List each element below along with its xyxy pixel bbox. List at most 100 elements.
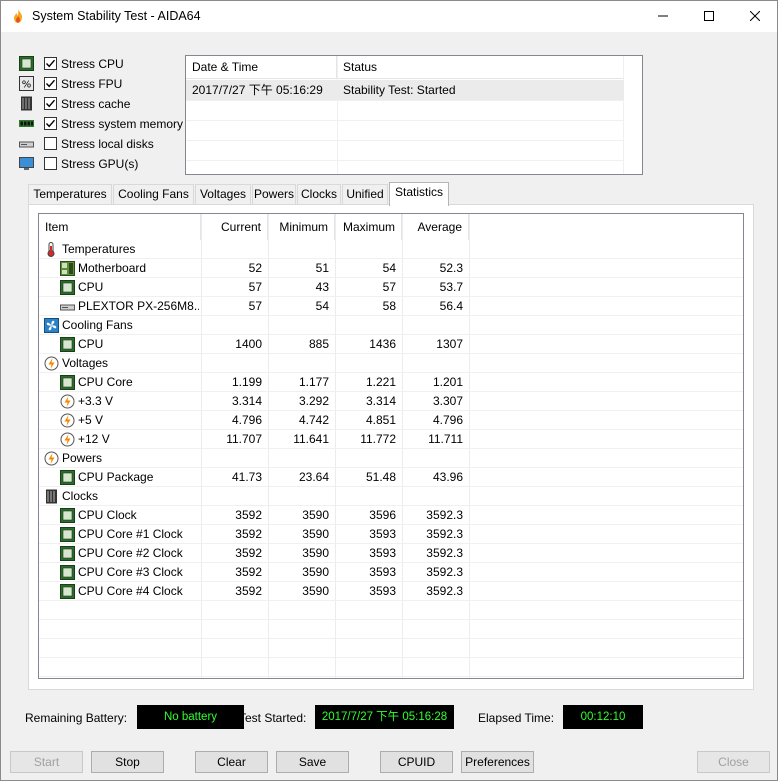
maximize-button[interactable] bbox=[686, 1, 732, 31]
elapsed-time-display: 00:12:10 bbox=[563, 705, 643, 729]
stress-checkbox[interactable] bbox=[44, 137, 57, 150]
stress-checkbox[interactable] bbox=[44, 77, 57, 90]
stress-option-row[interactable]: Stress cache bbox=[19, 94, 189, 114]
cell-maximum: 1.221 bbox=[365, 375, 396, 389]
close-window-button[interactable] bbox=[732, 1, 778, 31]
stress-checkbox[interactable] bbox=[44, 97, 57, 110]
tab-clocks[interactable]: Clocks bbox=[297, 184, 341, 205]
tab-cooling-fans[interactable]: Cooling Fans bbox=[113, 184, 194, 205]
table-row[interactable]: CPU Core #1 Clock 3592 3590 3593 3592.3 bbox=[39, 525, 743, 544]
log-col-status[interactable]: Status bbox=[337, 56, 624, 79]
row-label: CPU Core #4 Clock bbox=[78, 584, 183, 598]
tab-unified[interactable]: Unified bbox=[342, 184, 388, 205]
stress-option-row[interactable]: Stress CPU bbox=[19, 54, 189, 74]
table-row[interactable]: CPU Clock 3592 3590 3596 3592.3 bbox=[39, 506, 743, 525]
log-col-datetime[interactable]: Date & Time bbox=[186, 56, 337, 79]
thermometer-icon bbox=[44, 242, 59, 257]
checkmark-icon bbox=[45, 79, 56, 88]
stress-option-row[interactable]: Stress local disks bbox=[19, 134, 189, 154]
col-current[interactable]: Current bbox=[201, 214, 268, 240]
log-row-empty bbox=[186, 120, 624, 141]
cell-minimum: 11.641 bbox=[293, 432, 329, 446]
col-item[interactable]: Item bbox=[39, 214, 201, 240]
cpu-chip-icon bbox=[60, 546, 75, 561]
cpu-chip-icon bbox=[60, 375, 75, 390]
checkmark-icon bbox=[45, 59, 56, 68]
lightning-icon bbox=[60, 432, 75, 447]
maximize-icon bbox=[704, 11, 714, 21]
table-row[interactable]: +5 V 4.796 4.742 4.851 4.796 bbox=[39, 411, 743, 430]
cell-maximum: 11.772 bbox=[360, 432, 396, 446]
elapsed-time-label: Elapsed Time: bbox=[478, 711, 555, 725]
table-row-empty bbox=[39, 620, 743, 639]
row-label: +12 V bbox=[78, 432, 110, 446]
table-row[interactable]: CPU Core #3 Clock 3592 3590 3593 3592.3 bbox=[39, 563, 743, 582]
row-label: Voltages bbox=[62, 356, 109, 370]
minimize-button[interactable] bbox=[640, 1, 686, 31]
start-button[interactable]: Start bbox=[10, 751, 83, 773]
minimize-icon bbox=[658, 15, 668, 17]
stress-checkbox[interactable] bbox=[44, 57, 57, 70]
group-row[interactable]: Temperatures bbox=[39, 240, 743, 259]
table-row[interactable]: CPU Core 1.199 1.177 1.221 1.201 bbox=[39, 373, 743, 392]
tab-statistics[interactable]: Statistics bbox=[389, 182, 449, 206]
table-row[interactable]: PLEXTOR PX-256M8... 57 54 58 56.4 bbox=[39, 297, 743, 316]
battery-label: Remaining Battery: bbox=[25, 711, 128, 725]
save-button[interactable]: Save bbox=[276, 751, 349, 773]
clear-button[interactable]: Clear bbox=[195, 751, 268, 773]
group-row[interactable]: Powers bbox=[39, 449, 743, 468]
cell-minimum: 43 bbox=[315, 280, 329, 294]
table-row[interactable]: +3.3 V 3.314 3.292 3.314 3.307 bbox=[39, 392, 743, 411]
cell-average: 53.7 bbox=[439, 280, 463, 294]
stress-option-row[interactable]: % Stress FPU bbox=[19, 74, 189, 94]
cell-minimum: 3590 bbox=[302, 584, 329, 598]
stress-option-label: Stress local disks bbox=[61, 137, 154, 151]
aida64-window: System Stability Test - AIDA64 Stress CP… bbox=[0, 0, 778, 781]
monitor-icon bbox=[19, 156, 35, 172]
cpu-chip-icon bbox=[60, 280, 75, 295]
cell-average: 3592.3 bbox=[426, 565, 463, 579]
tab-temperatures[interactable]: Temperatures bbox=[28, 184, 112, 205]
group-row[interactable]: Cooling Fans bbox=[39, 316, 743, 335]
stress-checkbox[interactable] bbox=[44, 157, 57, 170]
table-row[interactable]: +12 V 11.707 11.641 11.772 11.711 bbox=[39, 430, 743, 449]
cell-current: 3592 bbox=[235, 527, 262, 541]
cell-maximum: 3593 bbox=[369, 527, 396, 541]
cell-maximum: 58 bbox=[382, 299, 396, 313]
table-row[interactable]: CPU Core #4 Clock 3592 3590 3593 3592.3 bbox=[39, 582, 743, 601]
statistics-table[interactable]: Item Current Minimum Maximum Average Tem… bbox=[38, 213, 744, 679]
title-bar[interactable]: System Stability Test - AIDA64 bbox=[1, 1, 777, 32]
table-row[interactable]: Motherboard 52 51 54 52.3 bbox=[39, 259, 743, 278]
col-average[interactable]: Average bbox=[402, 214, 469, 240]
cell-average: 3592.3 bbox=[426, 546, 463, 560]
group-row[interactable]: Voltages bbox=[39, 354, 743, 373]
cell-minimum: 1.177 bbox=[298, 375, 329, 389]
table-row[interactable]: CPU 1400 885 1436 1307 bbox=[39, 335, 743, 354]
tab-voltages[interactable]: Voltages bbox=[195, 184, 251, 205]
stress-option-row[interactable]: Stress system memory bbox=[19, 114, 189, 134]
table-row[interactable]: CPU Core #2 Clock 3592 3590 3593 3592.3 bbox=[39, 544, 743, 563]
group-row[interactable]: Clocks bbox=[39, 487, 743, 506]
tab-powers[interactable]: Powers bbox=[252, 184, 296, 205]
table-row[interactable]: CPU Package 41.73 23.64 51.48 43.96 bbox=[39, 468, 743, 487]
stop-button[interactable]: Stop bbox=[91, 751, 164, 773]
col-maximum[interactable]: Maximum bbox=[335, 214, 402, 240]
log-row[interactable]: 2017/7/27 下午 05:16:29 Stability Test: Sta… bbox=[186, 80, 624, 101]
table-row[interactable]: CPU 57 43 57 53.7 bbox=[39, 278, 743, 297]
col-minimum[interactable]: Minimum bbox=[268, 214, 335, 240]
stress-option-label: Stress system memory bbox=[61, 117, 184, 131]
row-label: CPU Package bbox=[78, 470, 154, 484]
stress-option-row[interactable]: Stress GPU(s) bbox=[19, 154, 189, 174]
event-log[interactable]: Date & Time Status 2017/7/27 下午 05:16:29… bbox=[185, 55, 643, 175]
preferences-button[interactable]: Preferences bbox=[461, 751, 534, 773]
cell-current: 57 bbox=[248, 299, 262, 313]
battery-display: No battery bbox=[137, 705, 244, 729]
test-started-label: Test Started: bbox=[239, 711, 307, 725]
cpuid-button[interactable]: CPUID bbox=[380, 751, 453, 773]
disk-icon bbox=[19, 136, 35, 152]
cpu-chip-icon bbox=[60, 584, 75, 599]
stress-checkbox[interactable] bbox=[44, 117, 57, 130]
row-label: Clocks bbox=[62, 489, 99, 503]
close-button[interactable]: Close bbox=[697, 751, 770, 773]
table-row-empty bbox=[39, 639, 743, 658]
